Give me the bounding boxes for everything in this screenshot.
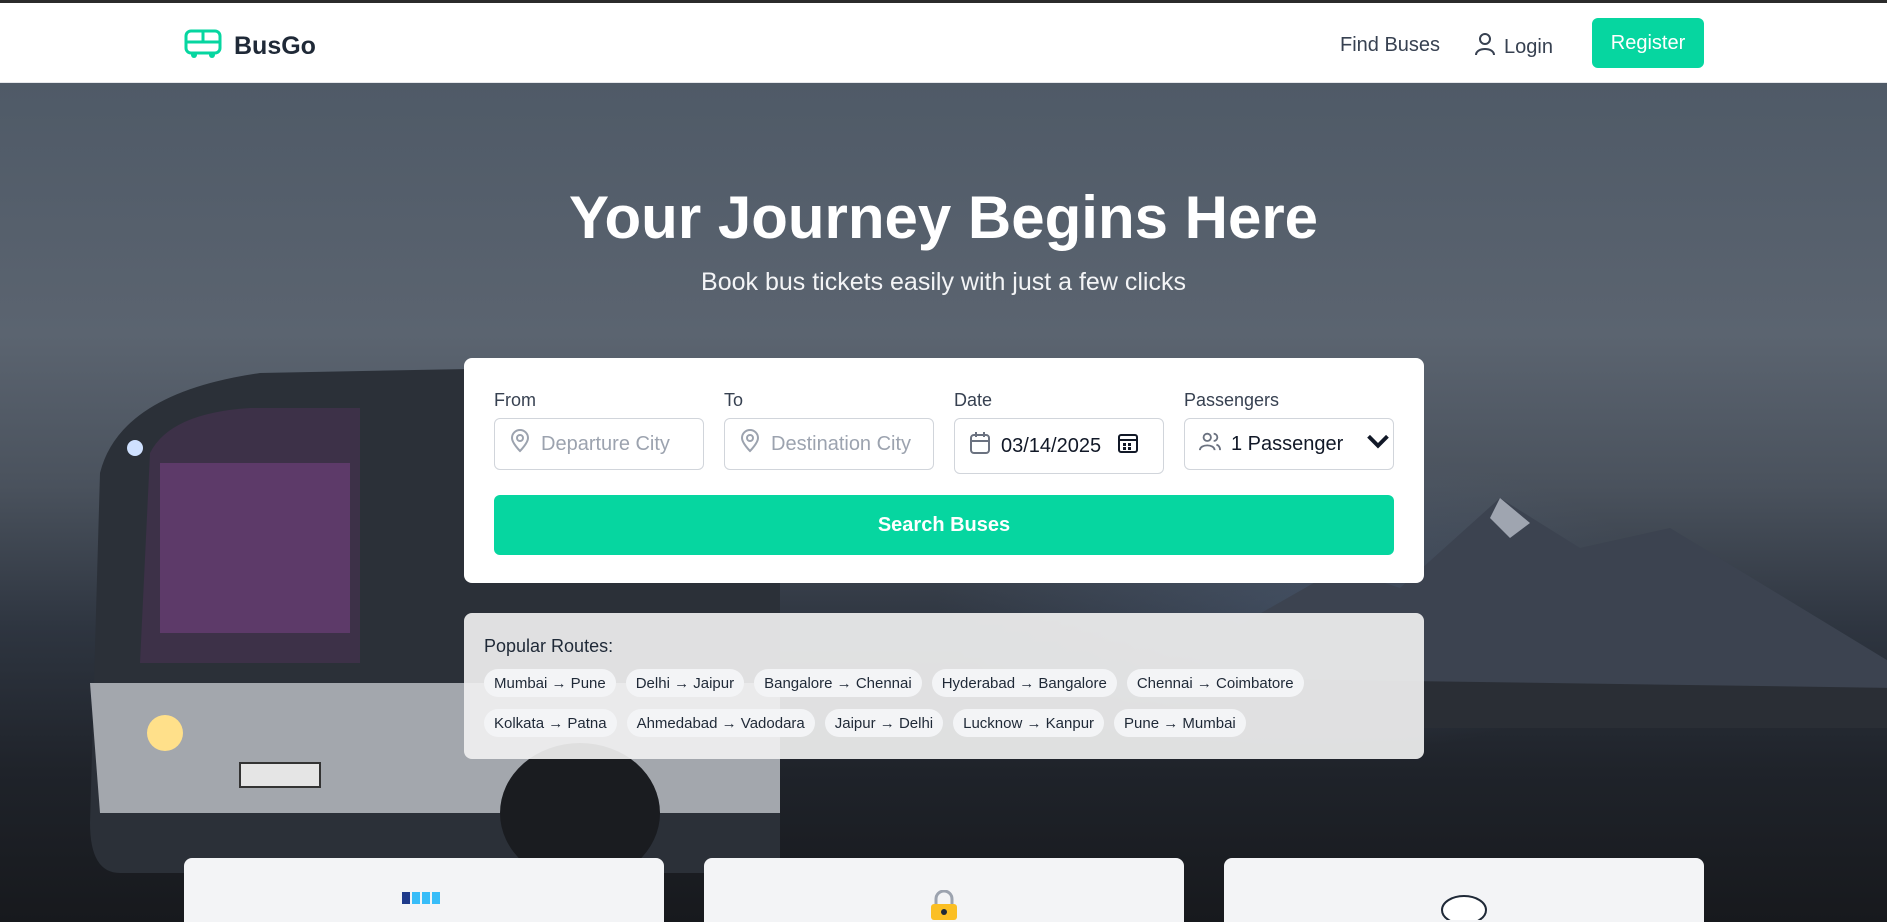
nav-login-link[interactable]: Login <box>1474 32 1553 62</box>
route-chip[interactable]: Bangalore → Chennai <box>754 669 922 697</box>
route-chip[interactable]: Kolkata → Patna <box>484 709 617 737</box>
feature-card <box>184 858 664 922</box>
passengers-label: Passengers <box>1184 390 1280 410</box>
users-icon <box>1199 429 1221 459</box>
hero-title: Your Journey Begins Here <box>568 184 1319 251</box>
nav-find-buses-link[interactable]: Find Buses <box>1340 34 1440 57</box>
from-label: From <box>494 390 536 410</box>
route-chips: Mumbai → Pune Delhi → Jaipur Bangalore →… <box>484 669 1414 737</box>
route-chip[interactable]: Hyderabad → Bangalore <box>931 669 1117 697</box>
passengers-select[interactable]: 1 Passenger <box>1184 418 1394 470</box>
route-chip[interactable]: Lucknow → Kanpur <box>953 709 1105 737</box>
from-field[interactable]: Departure City <box>494 418 704 470</box>
date-picker-icon[interactable] <box>1117 431 1139 461</box>
to-label: To <box>724 390 744 410</box>
bus-seats-icon <box>402 892 440 904</box>
from-input[interactable]: Departure City <box>541 433 670 456</box>
chat-bubble-icon <box>1441 895 1487 920</box>
map-pin-icon <box>509 429 531 459</box>
date-field[interactable]: 03/14/2025 <box>954 418 1164 474</box>
popular-routes-title: Popular Routes: <box>484 636 614 656</box>
login-label: Login <box>1504 35 1553 58</box>
hero-subtitle: Book bus tickets easily with just a few … <box>701 268 1186 296</box>
register-button[interactable]: Register <box>1592 18 1704 68</box>
lock-icon <box>931 890 957 920</box>
brand-logo[interactable]: BusGo <box>184 29 316 64</box>
popular-routes-panel: Popular Routes: Mumbai → Pune Delhi → Ja… <box>464 613 1424 759</box>
brand-name: BusGo <box>234 32 316 60</box>
to-input[interactable]: Destination City <box>771 433 911 456</box>
user-icon <box>1474 32 1496 62</box>
route-chip[interactable]: Pune → Mumbai <box>1114 709 1246 737</box>
route-chip[interactable]: Mumbai → Pune <box>484 669 616 697</box>
search-form: From Departure City To Destination City … <box>464 358 1424 583</box>
chevron-down-icon <box>1367 429 1390 459</box>
hero-section: Your Journey Begins Here Book bus ticket… <box>0 83 1887 922</box>
map-pin-icon <box>739 429 761 459</box>
to-field[interactable]: Destination City <box>724 418 934 470</box>
date-label: Date <box>954 390 993 410</box>
route-chip[interactable]: Ahmedabad → Vadodara <box>626 709 815 737</box>
date-input[interactable]: 03/14/2025 <box>1001 435 1101 458</box>
calendar-icon <box>969 431 991 461</box>
feature-card <box>704 858 1184 922</box>
route-chip[interactable]: Delhi → Jaipur <box>625 669 745 697</box>
bus-icon <box>184 29 222 64</box>
feature-card <box>1224 858 1704 922</box>
route-chip[interactable]: Jaipur → Delhi <box>824 709 944 737</box>
search-buses-button[interactable]: Search Buses <box>494 495 1394 555</box>
route-chip[interactable]: Chennai → Coimbatore <box>1126 669 1304 697</box>
navbar: BusGo Find Buses Login Register <box>0 3 1887 83</box>
passengers-value: 1 Passenger <box>1231 432 1344 455</box>
